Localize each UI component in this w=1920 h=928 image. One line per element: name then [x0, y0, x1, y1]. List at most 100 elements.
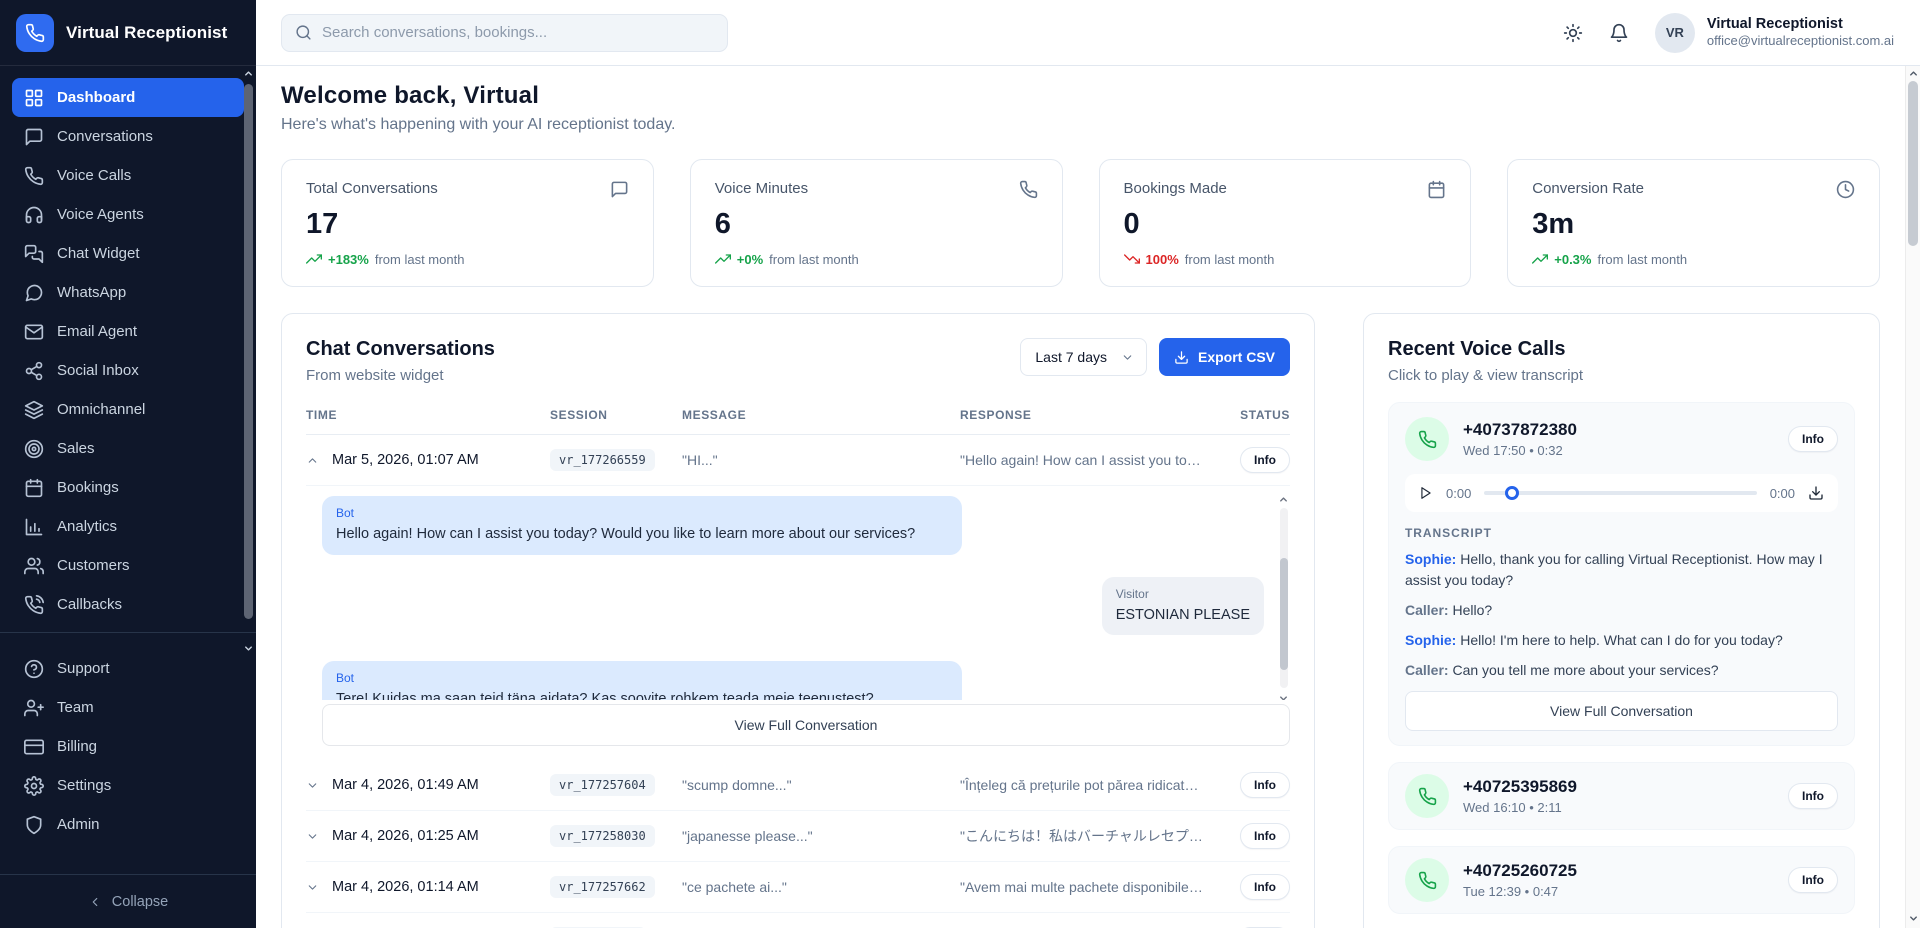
- sidebar-item-bookings[interactable]: Bookings: [12, 468, 244, 507]
- collapse-sidebar-button[interactable]: Collapse: [0, 874, 256, 928]
- sidebar-item-voice-calls[interactable]: Voice Calls: [12, 156, 244, 195]
- chevron-down-icon[interactable]: [306, 881, 332, 894]
- sidebar-item-customers[interactable]: Customers: [12, 546, 244, 585]
- stat-label: Bookings Made: [1124, 180, 1227, 197]
- call-number: +40725260725: [1463, 861, 1577, 881]
- chevron-down-icon[interactable]: [1908, 913, 1919, 924]
- export-csv-button[interactable]: Export CSV: [1159, 338, 1290, 376]
- download-recording-button[interactable]: [1808, 485, 1824, 501]
- chevron-down-icon[interactable]: [1278, 693, 1289, 700]
- theme-toggle-button[interactable]: [1563, 23, 1583, 43]
- brand-name: Virtual Receptionist: [66, 23, 227, 43]
- row-time: Mar 4, 2026, 01:49 AM: [332, 777, 550, 793]
- table-row[interactable]: Mar 4, 2026, 01:14 AM vr_177257662 "ce p…: [306, 862, 1290, 913]
- search-box[interactable]: [281, 14, 728, 52]
- info-button[interactable]: Info: [1240, 823, 1290, 849]
- date-range-value: Last 7 days: [1035, 349, 1107, 365]
- chevron-up-icon[interactable]: [1908, 68, 1919, 79]
- info-button[interactable]: Info: [1240, 772, 1290, 798]
- player-seek-slider[interactable]: [1484, 491, 1756, 495]
- topbar: VR Virtual Receptionist office@virtualre…: [256, 0, 1920, 66]
- sidebar-scrollbar-thumb[interactable]: [244, 84, 253, 619]
- sidebar-item-social-inbox[interactable]: Social Inbox: [12, 351, 244, 390]
- table-row[interactable]: Mar 4, 2026, 01:49 AM vr_177257604 "scum…: [306, 760, 1290, 811]
- sidebar-item-whatsapp[interactable]: WhatsApp: [12, 273, 244, 312]
- info-button[interactable]: Info: [1788, 426, 1838, 452]
- call-number: +40725395869: [1463, 777, 1577, 797]
- sidebar-item-team[interactable]: Team: [12, 688, 244, 727]
- search-input[interactable]: [322, 24, 714, 41]
- sidebar-item-billing[interactable]: Billing: [12, 727, 244, 766]
- info-button[interactable]: Info: [1788, 867, 1838, 893]
- conversation-scroll-area[interactable]: Bot Hello again! How can I assist you to…: [322, 496, 1290, 700]
- sidebar-scrollbar[interactable]: [242, 72, 255, 644]
- sidebar-item-email-agent[interactable]: Email Agent: [12, 312, 244, 351]
- sidebar-item-voice-agents[interactable]: Voice Agents: [12, 195, 244, 234]
- table-row[interactable]: Mar 5, 2026, 01:07 AM vr_177266559 "HI..…: [306, 435, 1290, 486]
- stat-delta-suffix: from last month: [1597, 252, 1687, 267]
- chevron-down-icon[interactable]: [243, 643, 254, 654]
- sidebar-item-settings[interactable]: Settings: [12, 766, 244, 805]
- date-range-select[interactable]: Last 7 days: [1020, 338, 1147, 376]
- stat-delta-suffix: from last month: [769, 252, 859, 267]
- chevron-up-icon[interactable]: [1278, 496, 1289, 505]
- chevron-up-icon[interactable]: [243, 68, 254, 79]
- sender-label: Visitor: [1116, 587, 1250, 601]
- conversation-scrollbar[interactable]: [1277, 496, 1290, 700]
- sidebar-item-dashboard[interactable]: Dashboard: [12, 78, 244, 117]
- voice-call-card[interactable]: +40737872380 Wed 17:50 • 0:32 Info 0:00 …: [1388, 402, 1855, 746]
- user-email: office@virtualreceptionist.com.ai: [1707, 33, 1894, 50]
- info-button[interactable]: Info: [1240, 447, 1290, 473]
- chevron-up-icon[interactable]: [306, 454, 332, 467]
- stat-value: 0: [1124, 208, 1447, 241]
- page-scrollbar-thumb[interactable]: [1908, 81, 1918, 246]
- sidebar-item-label: Chat Widget: [57, 245, 140, 262]
- sidebar-item-callbacks[interactable]: Callbacks: [12, 585, 244, 624]
- info-button[interactable]: Info: [1240, 874, 1290, 900]
- stat-delta-suffix: from last month: [1185, 252, 1275, 267]
- voice-call-card[interactable]: +40725260725 Tue 12:39 • 0:47 Info: [1388, 846, 1855, 914]
- column-time: TIME: [306, 408, 550, 422]
- phone-call-icon: [1405, 417, 1449, 461]
- table-row[interactable]: Mar 4, 2026, 01:25 AM vr_177258030 "japa…: [306, 811, 1290, 862]
- row-message: "scump domne...": [682, 777, 960, 793]
- message-text: Tere! Kuidas ma saan teid täna aidata? K…: [336, 690, 948, 700]
- player-seek-handle[interactable]: [1505, 486, 1519, 500]
- play-button[interactable]: [1419, 486, 1433, 500]
- stat-value: 6: [715, 208, 1038, 241]
- sidebar-item-label: Billing: [57, 738, 97, 755]
- page-scrollbar[interactable]: [1905, 66, 1920, 928]
- share-icon: [24, 361, 44, 381]
- message-square-icon: [610, 180, 629, 199]
- chat-conversations-panel: Chat Conversations From website widget L…: [281, 313, 1315, 928]
- conversation-scrollbar-thumb[interactable]: [1280, 558, 1288, 670]
- call-meta: Wed 17:50 • 0:32: [1463, 443, 1577, 458]
- view-full-conversation-button[interactable]: View Full Conversation: [322, 704, 1290, 746]
- row-time: Mar 4, 2026, 01:25 AM: [332, 828, 550, 844]
- view-full-conversation-button[interactable]: View Full Conversation: [1405, 691, 1838, 731]
- info-button[interactable]: Info: [1788, 783, 1838, 809]
- sidebar-item-omnichannel[interactable]: Omnichannel: [12, 390, 244, 429]
- sidebar-item-conversations[interactable]: Conversations: [12, 117, 244, 156]
- chevron-down-icon: [1121, 351, 1134, 364]
- user-menu[interactable]: VR Virtual Receptionist office@virtualre…: [1655, 13, 1894, 53]
- sidebar-item-admin[interactable]: Admin: [12, 805, 244, 844]
- sidebar-item-support[interactable]: Support: [12, 649, 244, 688]
- stat-card-conversion-rate: Conversion Rate 3m +0.3% from last month: [1507, 159, 1880, 287]
- voice-call-card[interactable]: +40725395869 Wed 16:10 • 2:11 Info: [1388, 762, 1855, 830]
- table-row-partial[interactable]: [306, 913, 1290, 928]
- sidebar-item-analytics[interactable]: Analytics: [12, 507, 244, 546]
- sidebar-item-sales[interactable]: Sales: [12, 429, 244, 468]
- stat-label: Conversion Rate: [1532, 180, 1644, 197]
- sidebar-item-chat-widget[interactable]: Chat Widget: [12, 234, 244, 273]
- chevron-down-icon[interactable]: [306, 830, 332, 843]
- sidebar-item-label: Email Agent: [57, 323, 137, 340]
- transcript-label: TRANSCRIPT: [1405, 526, 1838, 540]
- row-response: "Înțeleg că prețurile pot părea ridicate…: [960, 777, 1216, 793]
- bot-message-bubble: Bot Hello again! How can I assist you to…: [322, 496, 962, 555]
- bell-icon: [1609, 23, 1629, 43]
- sidebar: Virtual Receptionist Dashboard Conversat…: [0, 0, 256, 928]
- notifications-button[interactable]: [1609, 23, 1629, 43]
- chevron-down-icon[interactable]: [306, 779, 332, 792]
- recent-voice-calls-panel: Recent Voice Calls Click to play & view …: [1363, 313, 1880, 928]
